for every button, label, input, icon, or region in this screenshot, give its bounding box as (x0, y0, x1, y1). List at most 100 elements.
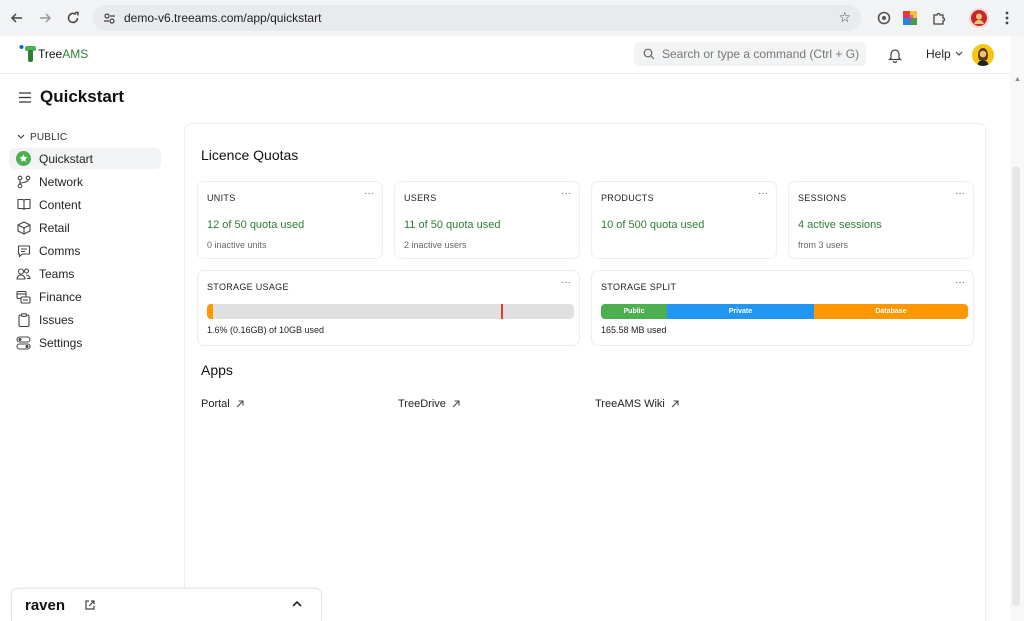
card-more-button[interactable]: ··· (758, 188, 768, 199)
card-more-button[interactable]: ··· (364, 188, 374, 199)
card-title: UNITS (207, 193, 236, 203)
split-segment-private: Private (667, 304, 814, 319)
extensions-puzzle-icon[interactable] (928, 8, 948, 28)
sidebar-item-label: Network (39, 174, 84, 189)
clipboard-icon (16, 312, 31, 327)
sidebar-item-network[interactable]: Network (9, 171, 161, 192)
external-link-icon (671, 400, 679, 408)
app-link-label: Portal (201, 398, 230, 410)
sidebar-item-label: Finance (39, 289, 82, 304)
sidebar-item-content[interactable]: Content (9, 194, 161, 215)
external-link-icon (452, 400, 460, 408)
message-icon (16, 243, 31, 258)
address-bar[interactable]: demo-v6.treeams.com/app/quickstart ☆ (93, 5, 861, 31)
user-avatar[interactable] (972, 44, 994, 66)
card-more-button[interactable]: ··· (561, 277, 571, 288)
bookmark-star-icon[interactable]: ☆ (838, 9, 851, 26)
copilot-extension-icon[interactable] (874, 8, 894, 28)
logo-text: TreeAMS (38, 47, 88, 61)
arrow-right-icon (40, 13, 52, 23)
app-link-label: TreeAMS Wiki (595, 398, 665, 410)
scroll-up-icon[interactable]: ▲ (1014, 76, 1021, 83)
logo-text-tree: Tree (38, 47, 63, 61)
sidebar-item-teams[interactable]: Teams (9, 263, 161, 284)
storage-split-bar: Public Private Database (601, 304, 968, 319)
sidebar-item-label: Quickstart (39, 151, 94, 166)
units-quota-card: UNITS ··· 12 of 50 quota used 0 inactive… (197, 181, 383, 259)
finance-icon (16, 289, 31, 304)
apps-heading: Apps (201, 362, 233, 378)
sidebar-item-finance[interactable]: Finance (9, 286, 161, 307)
help-menu-button[interactable]: Help (926, 47, 963, 61)
products-quota-card: PRODUCTS ··· 10 of 500 quota used (591, 181, 777, 259)
reload-button[interactable] (59, 4, 87, 32)
storage-usage-fill (207, 304, 213, 319)
chevron-down-icon (17, 134, 25, 139)
card-title: PRODUCTS (601, 193, 654, 203)
split-segment-public: Public (601, 304, 668, 319)
card-main-value: 12 of 50 quota used (207, 219, 305, 231)
card-main-value: 4 active sessions (798, 219, 882, 231)
arrow-left-icon (10, 13, 22, 23)
site-settings-icon[interactable] (102, 11, 116, 25)
color-extension-icon[interactable] (900, 8, 920, 28)
app-link-portal[interactable]: Portal (201, 398, 244, 410)
users-quota-card: USERS ··· 11 of 50 quota used 2 inactive… (394, 181, 580, 259)
card-more-button[interactable]: ··· (955, 277, 965, 288)
browser-menu-icon[interactable] (997, 8, 1017, 28)
toggles-icon (16, 335, 31, 350)
back-button[interactable] (3, 4, 31, 32)
card-more-button[interactable]: ··· (955, 188, 965, 199)
app-link-treeams-wiki[interactable]: TreeAMS Wiki (595, 398, 679, 410)
card-sub-value: 2 inactive users (404, 240, 467, 250)
card-title: STORAGE USAGE (207, 282, 289, 292)
chevron-down-icon (955, 51, 963, 56)
sidebar-item-comms[interactable]: Comms (9, 240, 161, 261)
card-sub-value: 0 inactive units (207, 240, 267, 250)
storage-usage-bar (207, 304, 574, 319)
sidebar-item-label: Content (39, 197, 82, 212)
card-main-value: 10 of 500 quota used (601, 219, 705, 231)
forward-button[interactable] (31, 4, 59, 32)
notifications-bell-icon[interactable] (888, 47, 902, 64)
split-segment-database: Database (813, 304, 968, 319)
sidebar-section-toggle[interactable]: PUBLIC (17, 128, 161, 146)
url-text: demo-v6.treeams.com/app/quickstart (124, 11, 322, 25)
app-header: TreeAMS Search or type a command (Ctrl +… (0, 36, 1010, 74)
card-main-value: 11 of 50 quota used (404, 219, 501, 231)
logo-text-ams: AMS (62, 47, 89, 61)
external-link-icon[interactable] (85, 600, 95, 610)
sidebar-item-label: Settings (39, 335, 83, 350)
sidebar-section-label: PUBLIC (30, 131, 68, 143)
chevron-up-icon[interactable] (291, 599, 303, 609)
scrollbar-thumb[interactable] (1012, 166, 1020, 606)
sidebar-item-label: Teams (39, 266, 75, 281)
sidebar-item-label: Comms (39, 243, 81, 258)
raven-widget[interactable]: raven (11, 588, 322, 621)
storage-split-total: 165.58 MB used (601, 325, 667, 335)
card-more-button[interactable]: ··· (561, 188, 571, 199)
menu-toggle-icon[interactable] (19, 90, 31, 103)
profile-avatar[interactable] (969, 8, 989, 28)
star-badge-icon (16, 151, 31, 166)
sidebar-item-label: Retail (39, 220, 70, 235)
external-link-icon (236, 400, 244, 408)
sidebar-item-issues[interactable]: Issues (9, 309, 161, 330)
treeams-logo[interactable]: TreeAMS (19, 44, 88, 64)
search-placeholder: Search or type a command (Ctrl + G) (662, 47, 860, 61)
raven-label: raven (25, 597, 66, 614)
card-title: USERS (404, 193, 437, 203)
card-sub-value: from 3 users (798, 240, 849, 250)
sidebar-item-settings[interactable]: Settings (9, 332, 161, 353)
main-panel: Licence Quotas UNITS ··· 12 of 50 quota … (184, 123, 986, 621)
sidebar-item-label: Issues (39, 312, 74, 327)
network-icon (16, 174, 31, 189)
sidebar-item-quickstart[interactable]: Quickstart (9, 148, 161, 169)
page-scrollbar[interactable]: ▲ (1010, 36, 1024, 621)
sidebar-item-retail[interactable]: Retail (9, 217, 161, 238)
app-link-treedrive[interactable]: TreeDrive (398, 398, 460, 410)
book-icon (16, 197, 31, 212)
box-icon (16, 220, 31, 235)
command-search-input[interactable]: Search or type a command (Ctrl + G) (634, 42, 866, 66)
sidebar: PUBLIC Quickstart Network Content Retail… (9, 128, 161, 353)
